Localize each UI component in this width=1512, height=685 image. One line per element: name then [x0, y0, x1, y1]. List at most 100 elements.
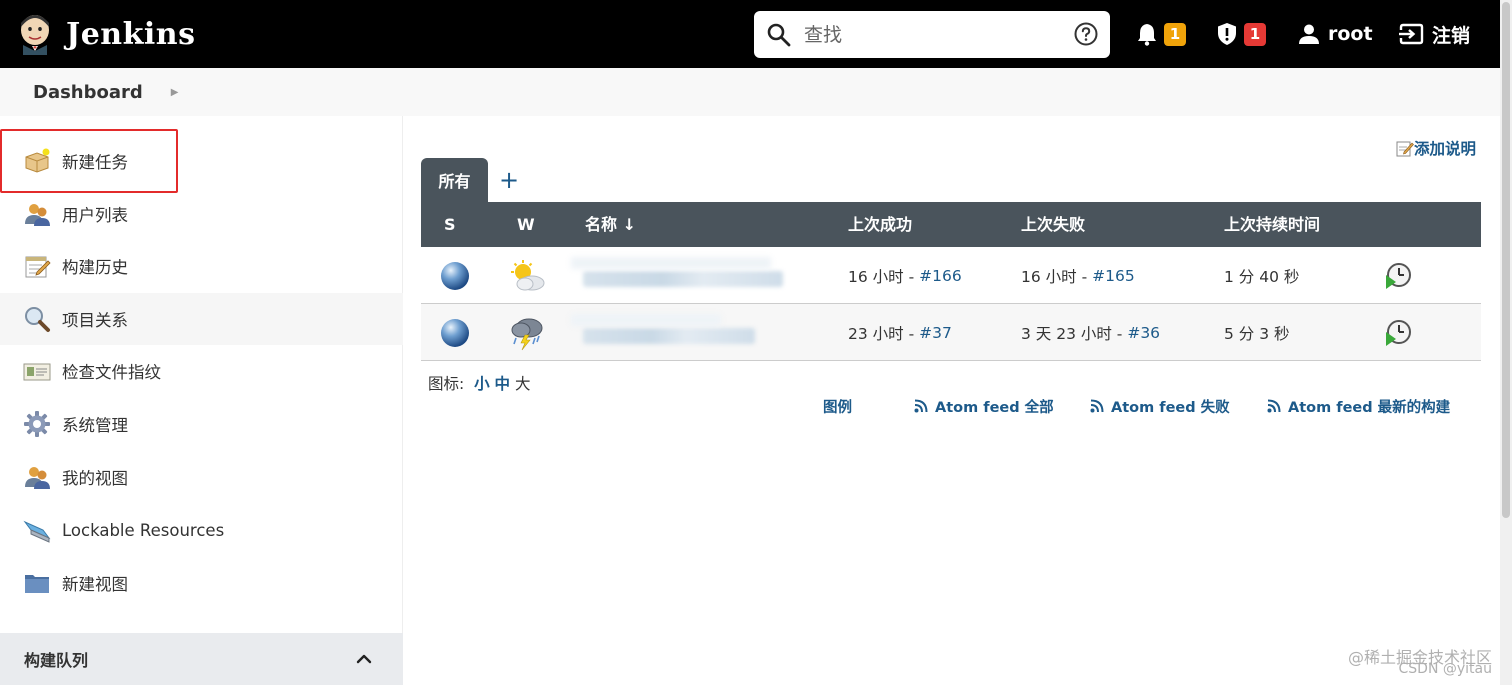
schedule-build-icon[interactable]	[1383, 261, 1413, 291]
last-failure-build-link[interactable]: #165	[1092, 267, 1135, 285]
watermark-line2: CSDN @yitau	[1398, 661, 1492, 677]
highlight-annotation	[0, 129, 178, 193]
notifications-badge: 1	[1164, 22, 1186, 46]
jobs-table: S W 名称 ↓ 上次成功 上次失败 上次持续时间 16 小时 - #166 1…	[421, 202, 1481, 361]
job-name-redacted-shadow	[571, 314, 721, 326]
sidebar-item-label: 我的视图	[62, 469, 128, 488]
icon-size-large: 大	[515, 375, 531, 393]
drive-icon	[23, 520, 51, 543]
search-magnifier-icon	[25, 307, 50, 332]
last-success-build-link[interactable]: #166	[919, 267, 962, 285]
col-name[interactable]: 名称 ↓	[585, 202, 636, 247]
sidebar-item-fingerprint[interactable]: 检查文件指纹	[0, 345, 403, 397]
last-duration: 1 分 40 秒	[1224, 267, 1300, 286]
atom-feed-all-link[interactable]: Atom feed 全部	[914, 396, 1054, 416]
col-last-duration[interactable]: 上次持续时间	[1224, 202, 1320, 247]
last-success-time: 23 小时 -	[848, 324, 920, 343]
sidebar-item-lockable-resources[interactable]: Lockable Resources	[0, 504, 403, 556]
build-queue-title: 构建队列	[24, 651, 89, 670]
rss-icon	[1267, 399, 1281, 413]
scrollbar-thumb[interactable]	[1502, 2, 1510, 518]
last-duration: 5 分 3 秒	[1224, 324, 1290, 343]
notepad-icon	[25, 256, 51, 278]
col-last-failure[interactable]: 上次失败	[1021, 202, 1085, 247]
last-failure-time: 3 天 23 小时 -	[1021, 324, 1128, 343]
vertical-scrollbar[interactable]	[1500, 0, 1512, 685]
add-tab-button[interactable]: +	[499, 158, 519, 202]
job-name-redacted-shadow	[571, 257, 771, 269]
col-weather[interactable]: W	[517, 202, 535, 247]
sidebar-item-label: 检查文件指纹	[62, 363, 161, 382]
jenkins-logo[interactable]: Jenkins	[18, 13, 195, 55]
logout-label: 注销	[1432, 24, 1471, 47]
logout-icon	[1399, 23, 1424, 45]
sidebar-item-project-relationship[interactable]: 项目关系	[0, 293, 403, 345]
people-icon	[25, 204, 50, 226]
sidebar-item-label: 项目关系	[62, 311, 128, 330]
search-icon	[767, 23, 791, 46]
legend-link[interactable]: 图例	[823, 396, 852, 416]
sidebar-item-new-view[interactable]: 新建视图	[0, 557, 403, 609]
atom-feed-failed-label: Atom feed 失败	[1111, 399, 1230, 416]
job-name-redacted[interactable]	[583, 271, 783, 287]
jenkins-butler-icon	[21, 15, 49, 55]
table-header: S W 名称 ↓ 上次成功 上次失败 上次持续时间	[421, 202, 1481, 247]
build-queue-header[interactable]: 构建队列	[0, 633, 403, 685]
weather-storm-icon	[511, 318, 543, 350]
user-name: root	[1328, 23, 1373, 45]
user-icon	[25, 467, 50, 489]
app-title: Jenkins	[66, 16, 196, 52]
table-row: 23 小时 - #37 3 天 23 小时 - #36 5 分 3 秒	[421, 304, 1481, 361]
search-input[interactable]	[804, 23, 1054, 46]
notifications-button[interactable]: 1	[1136, 0, 1186, 68]
status-blue-ball-icon	[441, 261, 469, 290]
user-menu[interactable]: root	[1298, 0, 1373, 68]
atom-feed-failed-link[interactable]: Atom feed 失败	[1090, 396, 1230, 416]
last-success-cell: 23 小时 - #37	[848, 304, 952, 361]
sidebar-item-build-history[interactable]: 构建历史	[0, 240, 403, 292]
job-name-redacted[interactable]	[583, 328, 755, 344]
breadcrumb-dashboard[interactable]: Dashboard	[33, 82, 143, 103]
icon-size-label: 图标:	[428, 375, 470, 393]
help-icon[interactable]	[1074, 22, 1098, 46]
last-failure-cell: 3 天 23 小时 - #36	[1021, 304, 1160, 361]
atom-feed-latest-label: Atom feed 最新的构建	[1288, 399, 1451, 416]
sidebar-item-label: 构建历史	[62, 258, 128, 277]
fingerprint-icon	[23, 363, 51, 381]
logout-button[interactable]: 注销	[1398, 0, 1470, 68]
shield-icon	[1218, 23, 1236, 45]
last-failure-build-link[interactable]: #36	[1127, 324, 1160, 342]
last-failure-time: 16 小时 -	[1021, 267, 1093, 286]
sidebar-item-manage[interactable]: 系统管理	[0, 398, 403, 450]
status-blue-ball-icon	[441, 318, 469, 347]
view-tabs: 所有 +	[421, 158, 519, 202]
gear-icon	[24, 411, 50, 437]
table-row: 16 小时 - #166 16 小时 - #165 1 分 40 秒	[421, 247, 1481, 304]
add-description-link[interactable]: 添加说明	[1396, 137, 1476, 159]
breadcrumb-caret-icon[interactable]: ▶	[171, 87, 179, 98]
atom-feed-latest-link[interactable]: Atom feed 最新的构建	[1267, 396, 1450, 416]
security-button[interactable]: 1	[1216, 0, 1266, 68]
rss-icon	[914, 399, 928, 413]
sidebar-item-people[interactable]: 用户列表	[0, 188, 403, 240]
sidebar-item-my-views[interactable]: 我的视图	[0, 451, 403, 503]
col-last-success[interactable]: 上次成功	[848, 202, 912, 247]
col-status[interactable]: S	[444, 202, 456, 247]
security-badge: 1	[1244, 22, 1266, 46]
chevron-up-icon[interactable]	[355, 650, 373, 668]
add-description-label: 添加说明	[1414, 140, 1477, 158]
rss-icon	[1090, 399, 1104, 413]
icon-size-small[interactable]: 小	[474, 375, 490, 393]
search-box[interactable]	[754, 11, 1110, 58]
icon-size-medium[interactable]: 中	[495, 375, 511, 393]
last-success-build-link[interactable]: #37	[919, 324, 952, 342]
sidebar-item-label: 新建视图	[62, 575, 128, 594]
user-icon	[1299, 24, 1319, 44]
folder-icon	[25, 575, 49, 593]
sidebar: 新建任务 用户列表 构建历史 项目关系 检查文件指纹 系统管理 我的视图 Loc…	[0, 116, 403, 685]
schedule-build-icon[interactable]	[1383, 318, 1413, 348]
bell-icon	[1138, 24, 1156, 46]
tab-all[interactable]: 所有	[421, 158, 488, 202]
sidebar-item-label: Lockable Resources	[62, 520, 225, 540]
last-failure-cell: 16 小时 - #165	[1021, 247, 1135, 304]
